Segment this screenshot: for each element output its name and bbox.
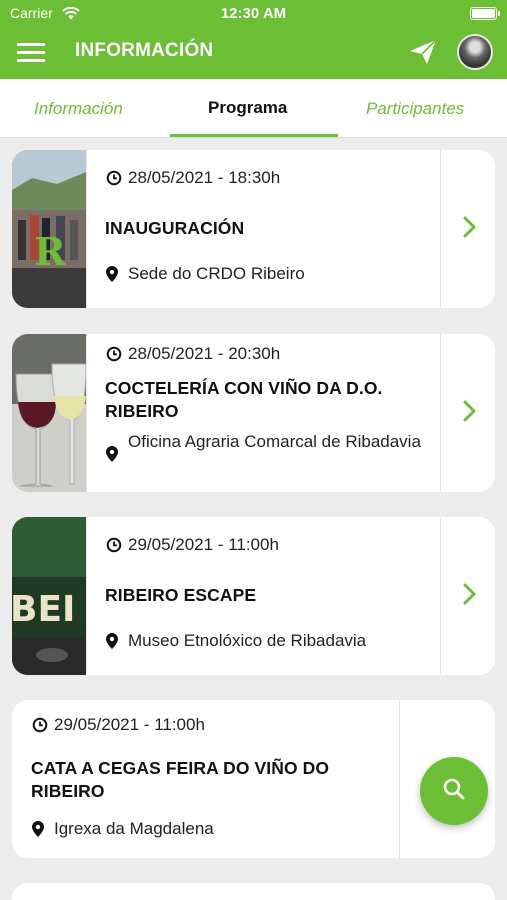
- event-datetime-row: 28/05/2021 - 20:30h: [106, 344, 280, 364]
- card-divider: [86, 334, 87, 492]
- tab-programa[interactable]: Programa: [208, 98, 287, 118]
- event-card[interactable]: 28/05/2021 - 20:30h COCTELERÍA CON VIÑO …: [12, 334, 495, 492]
- event-title: INAUGURACIÓN: [105, 218, 245, 238]
- location-pin-icon: [106, 629, 128, 653]
- location-pin-icon: [106, 262, 128, 286]
- event-image: BEI: [12, 517, 86, 675]
- event-location: Museo Etnolóxico de Ribadavia: [128, 631, 367, 650]
- clock-icon: [106, 170, 128, 186]
- chevron-right-icon[interactable]: [463, 583, 477, 609]
- tab-participantes[interactable]: Participantes: [366, 99, 464, 119]
- event-datetime: 28/05/2021 - 20:30h: [128, 344, 281, 363]
- event-location-row: Museo Etnolóxico de Ribadavia: [106, 629, 426, 653]
- event-card[interactable]: R 28/05/2021 - 18:30h INAUGURACIÓN Sede …: [12, 150, 495, 308]
- location-pin-icon: [106, 442, 128, 466]
- event-card[interactable]: [12, 883, 495, 900]
- location-pin-icon: [32, 817, 54, 841]
- card-divider: [86, 150, 87, 308]
- event-image: R: [12, 150, 86, 308]
- search-icon: [442, 777, 466, 805]
- search-button[interactable]: [420, 757, 488, 825]
- clock-time: 12:30 AM: [220, 5, 287, 22]
- event-location-row: Igrexa da Magdalena: [32, 817, 372, 841]
- tab-informacion[interactable]: Información: [34, 99, 123, 119]
- event-location: Igrexa da Magdalena: [54, 819, 214, 838]
- event-datetime-row: 29/05/2021 - 11:00h: [106, 535, 279, 555]
- svg-text:R: R: [34, 229, 66, 274]
- card-divider: [86, 517, 87, 675]
- event-card[interactable]: BEI 29/05/2021 - 11:00h RIBEIRO ESCAPE M…: [12, 517, 495, 675]
- clock-icon: [106, 346, 128, 362]
- battery-icon: [470, 7, 500, 20]
- event-image: [12, 334, 87, 492]
- clock-icon: [32, 717, 54, 733]
- event-title: RIBEIRO ESCAPE: [105, 585, 257, 605]
- event-location: Oficina Agraria Comarcal de Ribadavia: [128, 432, 421, 451]
- card-divider: [440, 517, 441, 675]
- event-datetime-row: 28/05/2021 - 18:30h: [106, 168, 280, 188]
- status-bar: Carrier 12:30 AM: [0, 0, 507, 28]
- tab-active-indicator: [170, 134, 338, 137]
- event-datetime: 28/05/2021 - 18:30h: [128, 168, 281, 187]
- card-divider: [399, 700, 400, 858]
- chevron-right-icon[interactable]: [463, 216, 477, 242]
- svg-text:BEI: BEI: [12, 589, 75, 630]
- event-datetime-row: 29/05/2021 - 11:00h: [32, 715, 205, 735]
- page-title: INFORMACIÓN: [75, 40, 214, 61]
- avatar[interactable]: [457, 34, 493, 70]
- card-divider: [440, 150, 441, 308]
- app-header: Carrier 12:30 AM INFORMACIÓN: [0, 0, 507, 79]
- event-location-row: Sede do CRDO Ribeiro: [106, 262, 426, 286]
- card-divider: [440, 334, 441, 492]
- tab-bar: Información Programa Participantes: [0, 79, 507, 138]
- event-datetime: 29/05/2021 - 11:00h: [128, 535, 279, 554]
- event-location: Sede do CRDO Ribeiro: [128, 264, 305, 283]
- event-location-row: Oficina Agraria Comarcal de Ribadavia: [106, 430, 426, 466]
- paper-plane-icon[interactable]: [409, 39, 437, 69]
- chevron-right-icon[interactable]: [463, 400, 477, 426]
- clock-icon: [106, 537, 128, 553]
- event-datetime: 29/05/2021 - 11:00h: [54, 715, 205, 734]
- event-title: CATA A CEGAS FEIRA DO VIÑO DO RIBEIRO: [31, 758, 330, 801]
- hamburger-icon[interactable]: [17, 43, 45, 63]
- event-title: COCTELERÍA CON VIÑO DA D.O. RIBEIRO: [105, 378, 383, 421]
